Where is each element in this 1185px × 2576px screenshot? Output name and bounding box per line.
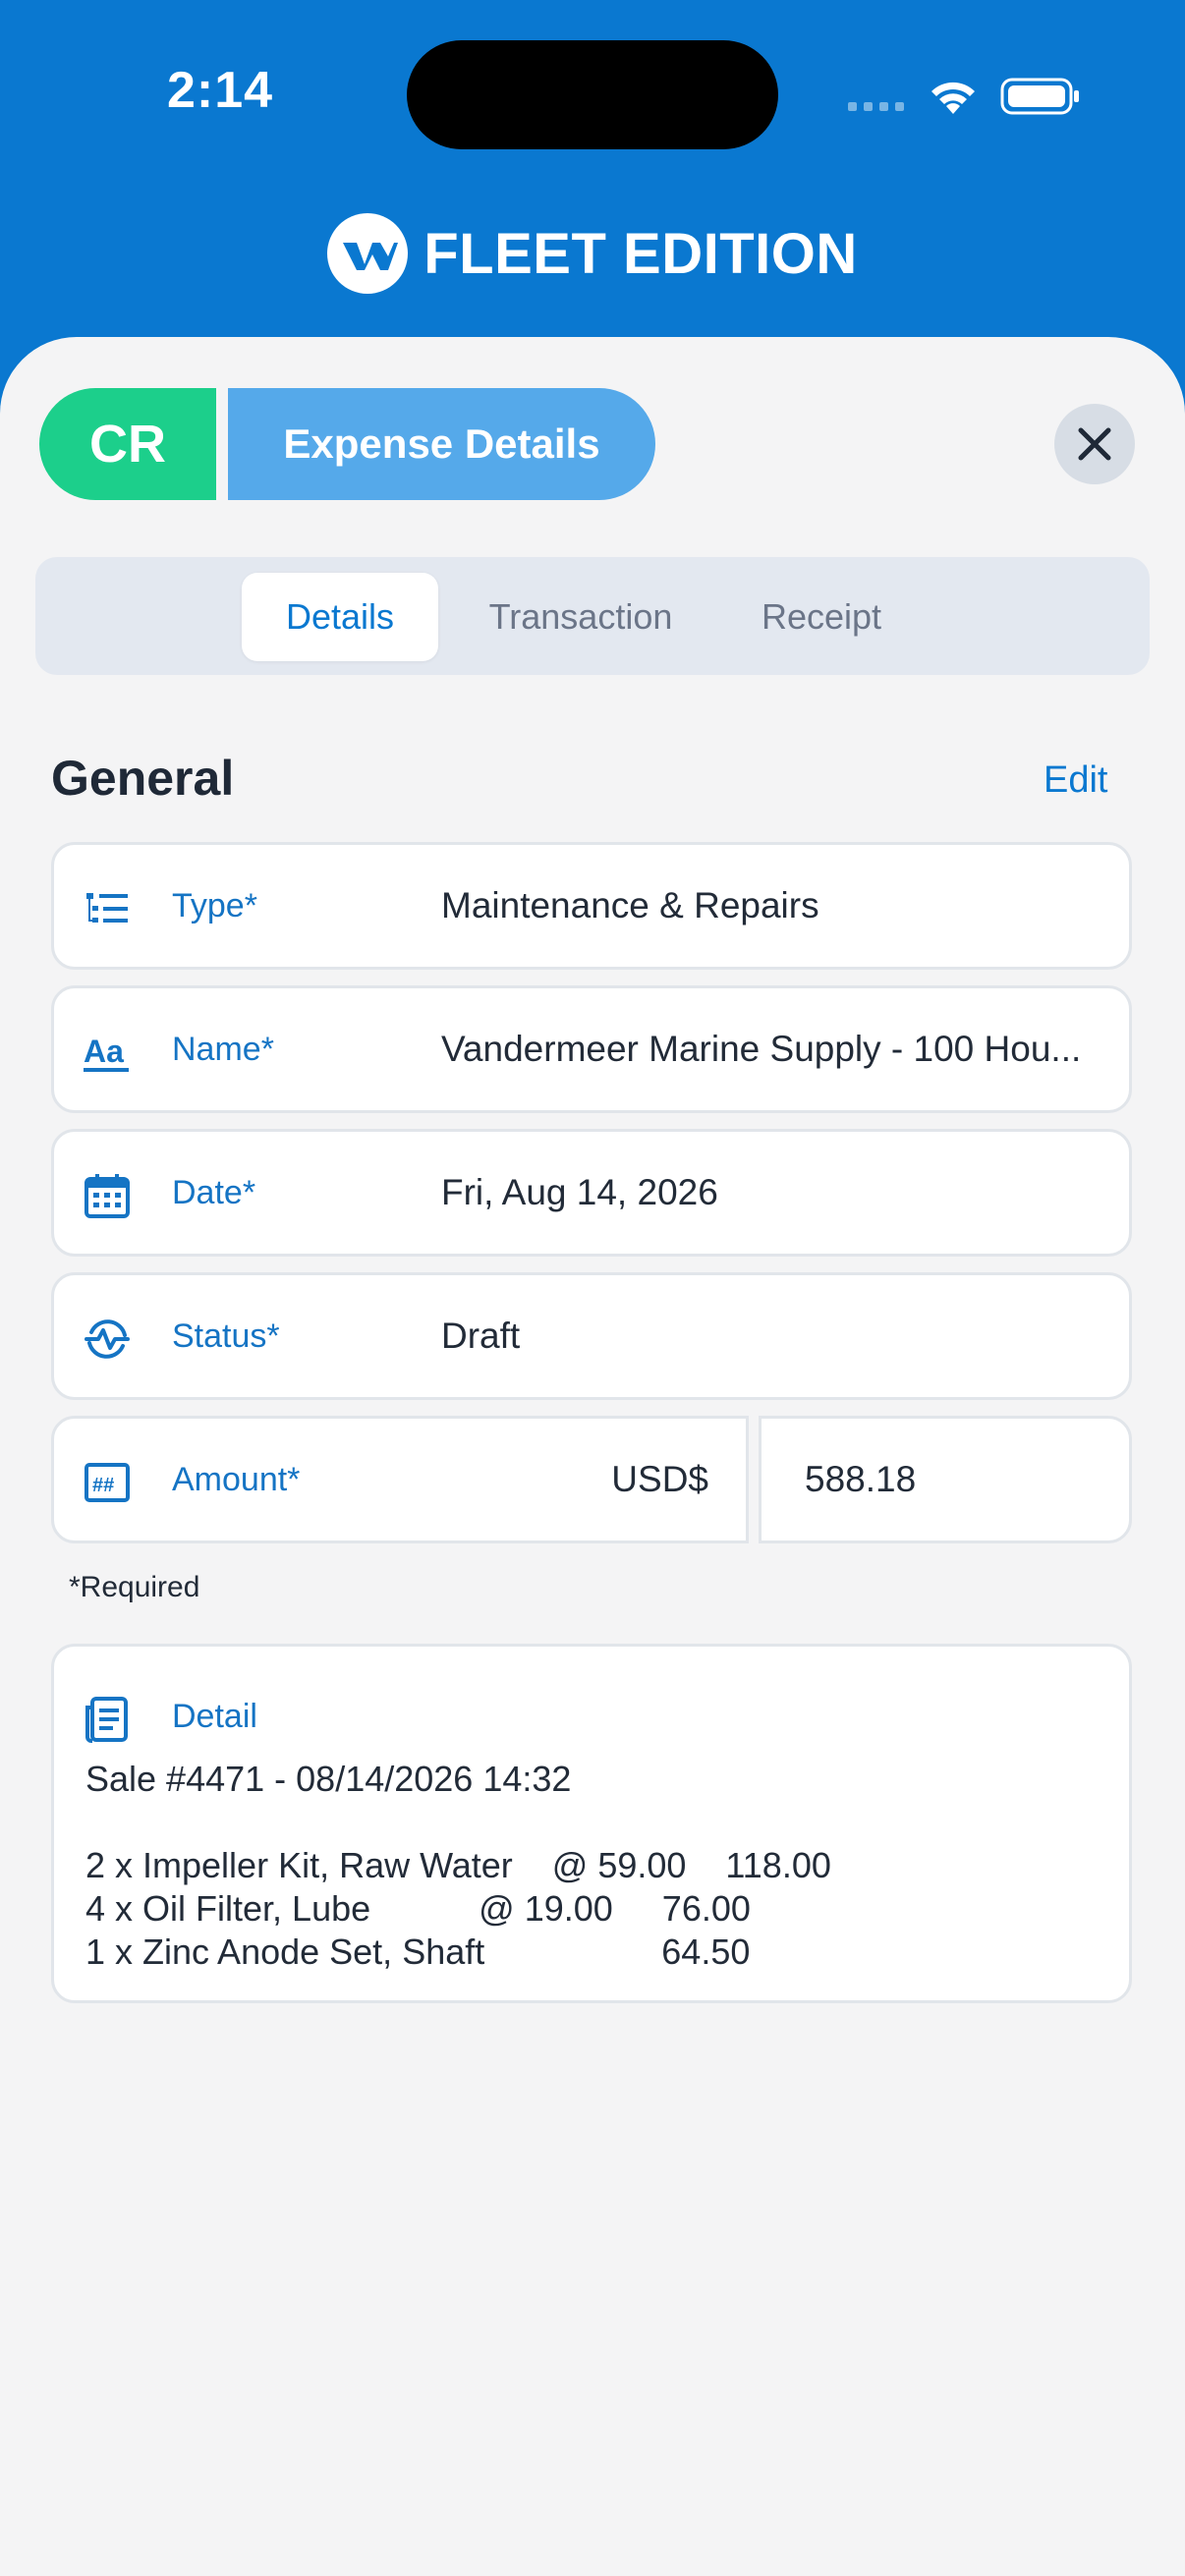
- field-name[interactable]: Aa Name* Vandermeer Marine Supply - 100 …: [51, 985, 1132, 1113]
- tab-receipt[interactable]: Receipt: [723, 573, 920, 661]
- field-date-value: Fri, Aug 14, 2026: [441, 1172, 718, 1212]
- document-icon: [85, 1697, 128, 1743]
- tab-transaction[interactable]: Transaction: [458, 573, 704, 661]
- field-type-label: Type*: [172, 886, 257, 924]
- text-format-icon: Aa: [84, 1034, 129, 1072]
- expense-sheet: CR Expense Details Details Transaction R…: [0, 337, 1185, 2576]
- field-status[interactable]: Status* Draft: [51, 1272, 1132, 1400]
- field-date[interactable]: Date* Fri, Aug 14, 2026: [51, 1129, 1132, 1257]
- number-icon: ##: [85, 1463, 130, 1502]
- brand-name: FLEET EDITION: [423, 221, 858, 286]
- field-status-value: Draft: [441, 1316, 521, 1356]
- detail-label: Detail: [172, 1698, 257, 1735]
- brand-header: FLEET EDITION: [0, 211, 1185, 296]
- required-note: *Required: [69, 1571, 200, 1603]
- close-icon: [1078, 427, 1111, 461]
- amount-value: 588.18: [805, 1459, 917, 1499]
- sheet-header: CR Expense Details: [39, 388, 655, 500]
- edit-button[interactable]: Edit: [1044, 759, 1107, 802]
- cellular-signal-icon: [848, 102, 904, 111]
- tab-bar: Details Transaction Receipt: [35, 557, 1150, 675]
- activity-icon: [85, 1319, 130, 1359]
- wifi-icon: [931, 82, 975, 114]
- field-status-label: Status*: [172, 1316, 280, 1355]
- status-bar: 2:14: [0, 0, 1185, 187]
- amount-input[interactable]: 588.18: [759, 1416, 1132, 1543]
- status-time: 2:14: [167, 62, 274, 119]
- expense-badge: CR: [39, 388, 216, 500]
- list-icon: [86, 893, 128, 923]
- field-type[interactable]: Type* Maintenance & Repairs: [51, 842, 1132, 970]
- field-name-label: Name*: [172, 1030, 274, 1068]
- field-name-value: Vandermeer Marine Supply - 100 Hou...: [441, 1029, 1082, 1069]
- svg-text:##: ##: [92, 1475, 114, 1496]
- tab-details[interactable]: Details: [242, 573, 438, 661]
- detail-card[interactable]: Detail Sale #4471 - 08/14/2026 14:32 2 x…: [51, 1644, 1132, 2003]
- field-date-label: Date*: [172, 1173, 256, 1211]
- detail-text: Sale #4471 - 08/14/2026 14:32 2 x Impell…: [85, 1759, 831, 1972]
- brand-logo-icon: [327, 213, 409, 294]
- field-amount[interactable]: ## Amount* USD$: [51, 1416, 749, 1543]
- field-amount-label: Amount*: [172, 1460, 301, 1498]
- calendar-icon: [85, 1174, 130, 1218]
- currency-selector[interactable]: USD$: [611, 1419, 708, 1540]
- section-title: General: [51, 751, 235, 806]
- svg-text:Aa: Aa: [84, 1034, 124, 1069]
- field-type-value: Maintenance & Repairs: [441, 885, 819, 925]
- sheet-title: Expense Details: [228, 388, 655, 500]
- close-button[interactable]: [1054, 404, 1135, 484]
- battery-icon: [1000, 78, 1079, 115]
- dynamic-island: [407, 40, 778, 149]
- screen: 2:14 FLEET EDITION CR Expense Details De…: [0, 0, 1185, 2576]
